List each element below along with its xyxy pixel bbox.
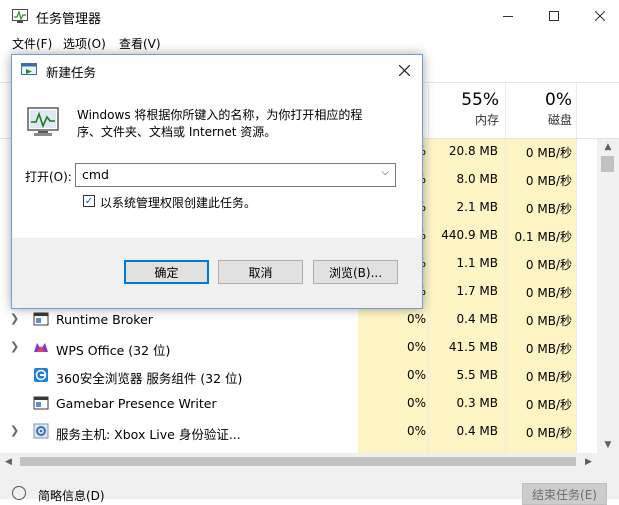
task-monitor-icon <box>27 107 59 136</box>
process-name: 服务主机: Xbox Live 身份验证... <box>56 427 241 442</box>
table-row[interactable]: ❯ Runtime Broker 0% 0.4 MB 0 MB/秒 <box>0 305 596 333</box>
disk-cell: 0 MB/秒 <box>525 174 572 188</box>
browser-360-icon <box>34 368 48 382</box>
open-label: 打开(O): <box>25 170 72 184</box>
disk-cell: 0 MB/秒 <box>525 342 572 356</box>
disk-cell: 0 MB/秒 <box>525 202 572 216</box>
dialog-title: 新建任务 <box>46 65 97 80</box>
process-name: Runtime Broker <box>56 312 153 327</box>
memory-cell: 1.1 MB <box>456 256 498 270</box>
process-name: Gamebar Presence Writer <box>56 396 217 411</box>
column-header-disk[interactable]: 0% 磁盘 <box>507 90 572 128</box>
wps-icon <box>34 343 48 352</box>
table-row[interactable]: ❯ 服务主机: Xbox Live 身份验证... 0% 0.4 MB 0 MB… <box>0 417 596 445</box>
table-row[interactable]: ❯ WPS Office (32 位) 0% 41.5 MB 0 MB/秒 <box>0 333 596 361</box>
memory-cell: 8.0 MB <box>456 172 498 186</box>
open-input[interactable]: cmd <box>82 167 109 182</box>
table-row[interactable]: Gamebar Presence Writer 0% 0.3 MB 0 MB/秒 <box>0 389 596 417</box>
cpu-cell: 0% <box>406 396 426 410</box>
close-icon <box>595 11 605 21</box>
admin-checkbox-label[interactable]: 以系统管理权限创建此任务。 <box>100 194 256 211</box>
memory-cell: 0.4 MB <box>456 312 498 326</box>
vertical-scrollbar[interactable] <box>597 139 619 453</box>
dialog-close-button[interactable] <box>386 55 422 85</box>
minimize-button[interactable] <box>485 0 531 32</box>
disk-cell: 0 MB/秒 <box>525 314 572 328</box>
memory-cell: 2.1 MB <box>456 200 498 214</box>
end-task-button[interactable]: 结束任务(E) <box>522 483 607 505</box>
disk-cell: 0.1 MB/秒 <box>514 230 572 244</box>
column-header-memory[interactable]: 55% 内存 <box>430 90 499 128</box>
ok-button[interactable]: 确定 <box>124 260 209 284</box>
table-row[interactable]: 360安全浏览器 服务组件 (32 位) 0% 5.5 MB 0 MB/秒 <box>0 361 596 389</box>
process-name: 360安全浏览器 服务组件 (32 位) <box>56 371 243 386</box>
open-combobox[interactable]: cmd ⌵ <box>75 163 396 187</box>
disk-cell: 0 MB/秒 <box>525 398 572 412</box>
cancel-button[interactable]: 取消 <box>218 260 303 284</box>
expand-chevron-icon[interactable]: ❯ <box>10 424 19 437</box>
horizontal-scroll-thumb[interactable] <box>20 457 576 466</box>
disk-cell: 0 MB/秒 <box>525 286 572 300</box>
window-icon <box>33 312 49 326</box>
menu-file[interactable]: 文件(F) <box>12 35 52 52</box>
fewer-details-link[interactable]: 简略信息(D) <box>38 487 105 504</box>
window-title: 任务管理器 <box>36 12 102 27</box>
browse-button[interactable]: 浏览(B)... <box>313 260 398 284</box>
memory-cell: 20.8 MB <box>448 144 498 158</box>
scroll-down-arrow-icon[interactable]: ▼ <box>597 437 619 453</box>
admin-checkbox[interactable]: ✓ <box>83 195 95 207</box>
disk-cell: 0 MB/秒 <box>525 426 572 440</box>
close-icon <box>398 64 410 76</box>
memory-cell: 0.4 MB <box>456 424 498 438</box>
collapse-chevron-icon[interactable] <box>12 486 26 500</box>
disk-cell: 0 MB/秒 <box>525 146 572 160</box>
scroll-right-arrow-icon[interactable]: ▶ <box>580 453 597 470</box>
memory-percent: 55% <box>461 90 499 110</box>
cpu-cell: 0% <box>406 368 426 382</box>
vertical-scroll-thumb[interactable] <box>601 156 614 172</box>
chevron-down-icon[interactable]: ⌵ <box>381 167 389 178</box>
disk-label: 磁盘 <box>547 113 572 127</box>
cpu-cell: 0% <box>406 340 426 354</box>
task-manager-icon <box>12 9 28 23</box>
memory-cell: 5.5 MB <box>456 368 498 382</box>
maximize-button[interactable] <box>531 0 577 32</box>
memory-cell: 440.9 MB <box>441 228 498 242</box>
cpu-cell: 0% <box>406 424 426 438</box>
window-icon <box>33 396 49 410</box>
run-icon <box>21 63 37 75</box>
dialog-description: Windows 将根据你所键入的名称，为你打开相应的程序、文件夹、文档或 Int… <box>77 108 363 139</box>
menu-options[interactable]: 选项(O) <box>63 35 106 52</box>
scroll-left-arrow-icon[interactable]: ◀ <box>0 453 17 470</box>
gear-icon <box>33 423 49 439</box>
memory-cell: 0.3 MB <box>456 396 498 410</box>
disk-percent: 0% <box>545 90 572 110</box>
menu-bar: 文件(F) 选项(O) 查看(V) <box>0 32 619 54</box>
expand-chevron-icon[interactable]: ❯ <box>10 312 19 325</box>
memory-cell: 1.7 MB <box>456 284 498 298</box>
disk-cell: 0 MB/秒 <box>525 370 572 384</box>
close-button[interactable] <box>577 0 619 32</box>
disk-cell: 0 MB/秒 <box>525 258 572 272</box>
scroll-up-arrow-icon[interactable]: ▲ <box>597 139 619 155</box>
memory-label: 内存 <box>474 113 499 127</box>
menu-view[interactable]: 查看(V) <box>119 35 161 52</box>
minimize-icon <box>503 16 513 17</box>
expand-chevron-icon[interactable]: ❯ <box>10 340 19 353</box>
process-name: WPS Office (32 位) <box>56 343 171 358</box>
maximize-icon <box>549 11 559 21</box>
run-dialog: 新建任务 Windows 将根据你所键入的名称，为你打开相应的程序、文件夹、文档… <box>11 54 423 309</box>
memory-cell: 41.5 MB <box>448 340 498 354</box>
cpu-cell: 0% <box>406 312 426 326</box>
